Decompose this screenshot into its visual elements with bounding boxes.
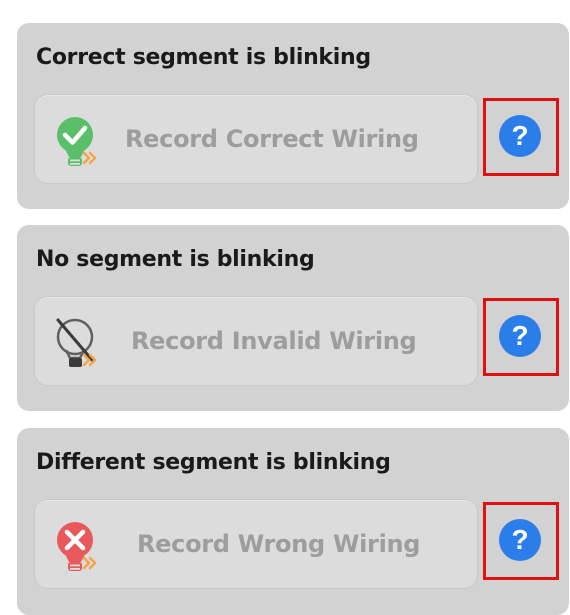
lightbulb-error-icon (57, 522, 97, 571)
correct-segment-panel: Correct segment is blinking Record Corre… (17, 23, 569, 209)
record-correct-wiring-button[interactable]: Record Correct Wiring (34, 94, 478, 184)
lightbulb-off-icon (56, 318, 97, 367)
record-wrong-wiring-button[interactable]: Record Wrong Wiring (34, 499, 478, 589)
svg-text:?: ? (511, 120, 528, 151)
panel-title: Correct segment is blinking (36, 45, 371, 70)
help-icon[interactable]: ? (498, 314, 542, 358)
panel-title: No segment is blinking (36, 247, 315, 272)
lightbulb-check-icon (57, 117, 97, 166)
svg-text:?: ? (511, 320, 528, 351)
help-highlight-box: ? (483, 502, 559, 580)
button-label: Record Invalid Wiring (131, 327, 417, 355)
help-icon[interactable]: ? (498, 114, 542, 158)
no-segment-panel: No segment is blinking Record Invalid Wi… (17, 225, 569, 411)
help-icon[interactable]: ? (498, 518, 542, 562)
different-segment-panel: Different segment is blinking Record Wro… (17, 428, 569, 615)
button-label: Record Correct Wiring (125, 125, 419, 153)
help-highlight-box: ? (483, 298, 559, 376)
help-highlight-box: ? (483, 98, 559, 176)
panel-title: Different segment is blinking (36, 450, 391, 475)
button-label: Record Wrong Wiring (137, 530, 421, 558)
record-invalid-wiring-button[interactable]: Record Invalid Wiring (34, 296, 478, 386)
svg-text:?: ? (511, 524, 528, 555)
